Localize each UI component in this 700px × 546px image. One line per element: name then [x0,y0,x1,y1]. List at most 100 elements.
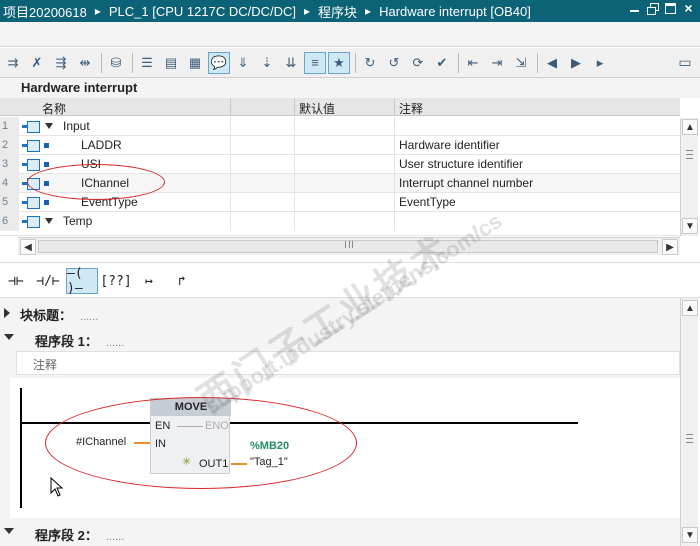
column-divider [230,212,231,231]
restore-button[interactable] [647,3,659,15]
table-row[interactable]: 1 Input [0,117,680,136]
variable-comment[interactable]: EventType [399,195,456,209]
toolbar-separator [101,52,102,73]
open-branch-button[interactable]: ↦ [135,268,163,294]
db-icon[interactable]: ⛁ [105,52,127,74]
more-icon[interactable]: ▸ [589,52,611,74]
column-divider [230,193,231,212]
maximize-button[interactable] [665,3,676,14]
tag-info-icon[interactable]: ⇣ [256,52,278,74]
ladder-instruction-bar: ⊣⊢ ⊣/⊢ –( )– [??] ↦ ↱ [0,262,700,298]
modify-icon[interactable]: ⟳ [407,52,429,74]
go-to-icon[interactable]: ⇤ [462,52,484,74]
tag-info-2-icon[interactable]: ⇊ [280,52,302,74]
interface-icon [22,197,40,209]
column-divider [394,98,395,116]
table-row[interactable]: 6 Temp [0,212,680,236]
breadcrumb-project[interactable]: 项目20200618 [3,2,87,21]
collapse-triangle-icon[interactable] [45,123,53,129]
breadcrumb-separator: ▸ [94,4,101,18]
toolbar-separator [537,52,538,73]
collapse-arrow-icon[interactable] [4,528,14,534]
breadcrumb-plc[interactable]: PLC_1 [CPU 1217C DC/DC/DC] [109,4,296,19]
interface-icon [22,140,40,152]
column-divider [230,136,231,155]
scroll-up-button[interactable]: ▲ [682,300,698,316]
scroll-grip-icon[interactable] [686,434,693,443]
table-horizontal-scrollbar[interactable]: ◀ ▶ [18,237,680,255]
row-number: 5 [0,193,19,212]
empty-box-button[interactable]: [??] [100,268,131,294]
block-interface-title: Hardware interrupt [0,78,700,98]
scroll-up-button[interactable]: ▲ [682,119,698,135]
minimize-button[interactable] [629,3,640,14]
variable-comment[interactable]: Interrupt channel number [399,176,533,190]
column-divider [394,136,395,155]
star-icon[interactable]: ★ [328,51,350,74]
monitor-icon[interactable]: ↻ [359,52,381,74]
table-row[interactable]: 2 LADDR Hardware identifier [0,136,680,155]
indent-icon[interactable]: ⇥ [486,52,508,74]
column-divider [294,212,295,231]
block-title-row[interactable]: 块标题：...... [0,302,680,324]
network-comment-field[interactable]: 注释 [16,351,680,375]
close-branch-button[interactable]: ↱ [168,268,196,294]
networks-view-icon[interactable]: ▤ [160,52,182,74]
column-header-comment[interactable]: 注释 [399,100,423,117]
back-icon[interactable]: ◀ [541,52,563,74]
column-divider [294,174,295,193]
comments-toggle-icon[interactable]: 💬 [208,51,230,74]
variable-name[interactable]: LADDR [81,138,122,152]
variable-marker-icon [44,200,49,205]
nc-contact-button[interactable]: ⊣/⊢ [34,268,62,294]
column-divider [294,155,295,174]
collapse-triangle-icon[interactable] [45,218,53,224]
annotation-ellipse-move [45,397,357,489]
network-2-header[interactable]: 程序段 2：...... [0,522,680,544]
grid-view-icon[interactable]: ▦ [184,52,206,74]
column-divider [230,174,231,193]
column-header-default[interactable]: 默认值 [299,100,335,117]
insert-network-icon[interactable]: ⇶ [50,52,72,74]
column-header-name[interactable]: 名称 [42,100,66,117]
breadcrumb-folder[interactable]: 程序块 [318,2,357,21]
insert-row-icon[interactable]: ⇉ [2,52,24,74]
section-name: Temp [63,214,93,228]
network-1-header[interactable]: 程序段 1：...... [0,328,680,350]
column-divider [294,117,295,136]
favorites-toggle-icon[interactable]: ≡ [304,51,326,74]
scroll-grip-icon[interactable] [686,150,693,159]
panel-toggle-icon[interactable]: ▭ [674,51,696,73]
variable-comment[interactable]: User structure identifier [399,157,523,171]
monitor-all-icon[interactable]: ↺ [383,52,405,74]
title-bar: 项目20200618 ▸ PLC_1 [CPU 1217C DC/DC/DC] … [0,0,700,22]
section-name: Input [63,119,90,133]
annotation-ellipse-ichannel [27,164,165,200]
scroll-down-button[interactable]: ▼ [682,218,698,234]
scroll-right-button[interactable]: ▶ [662,239,678,255]
column-divider [230,155,231,174]
scroll-left-button[interactable]: ◀ [20,239,36,255]
delete-network-icon[interactable]: ⇹ [74,52,96,74]
scroll-down-button[interactable]: ▼ [682,527,698,543]
collapse-arrow-icon[interactable] [4,334,14,340]
no-contact-button[interactable]: ⊣⊢ [2,268,30,294]
mouse-cursor-icon [50,477,64,497]
window-controls: × [629,1,694,15]
expand-arrow-icon[interactable] [4,308,10,318]
variable-comment[interactable]: Hardware identifier [399,138,500,152]
table-vertical-scrollbar[interactable]: ▲ ▼ [680,118,698,236]
breadcrumb-block[interactable]: Hardware interrupt [OB40] [379,4,531,19]
network-vertical-scrollbar[interactable]: ▲ ▼ [680,298,698,546]
delete-row-icon[interactable]: ✗ [26,52,48,74]
outdent-icon[interactable]: ⇲ [510,52,532,74]
absolute-operands-icon[interactable]: ⇓ [232,52,254,74]
list-view-icon[interactable]: ☰ [136,52,158,74]
check-icon[interactable]: ✔ [431,52,453,74]
row-number: 3 [0,155,19,174]
close-button[interactable]: × [683,1,694,15]
network-1-label: 程序段 1：...... [35,334,125,349]
coil-button[interactable]: –( )– [66,266,98,296]
block-title-label: 块标题：...... [20,308,99,323]
forward-icon[interactable]: ▶ [565,52,587,74]
